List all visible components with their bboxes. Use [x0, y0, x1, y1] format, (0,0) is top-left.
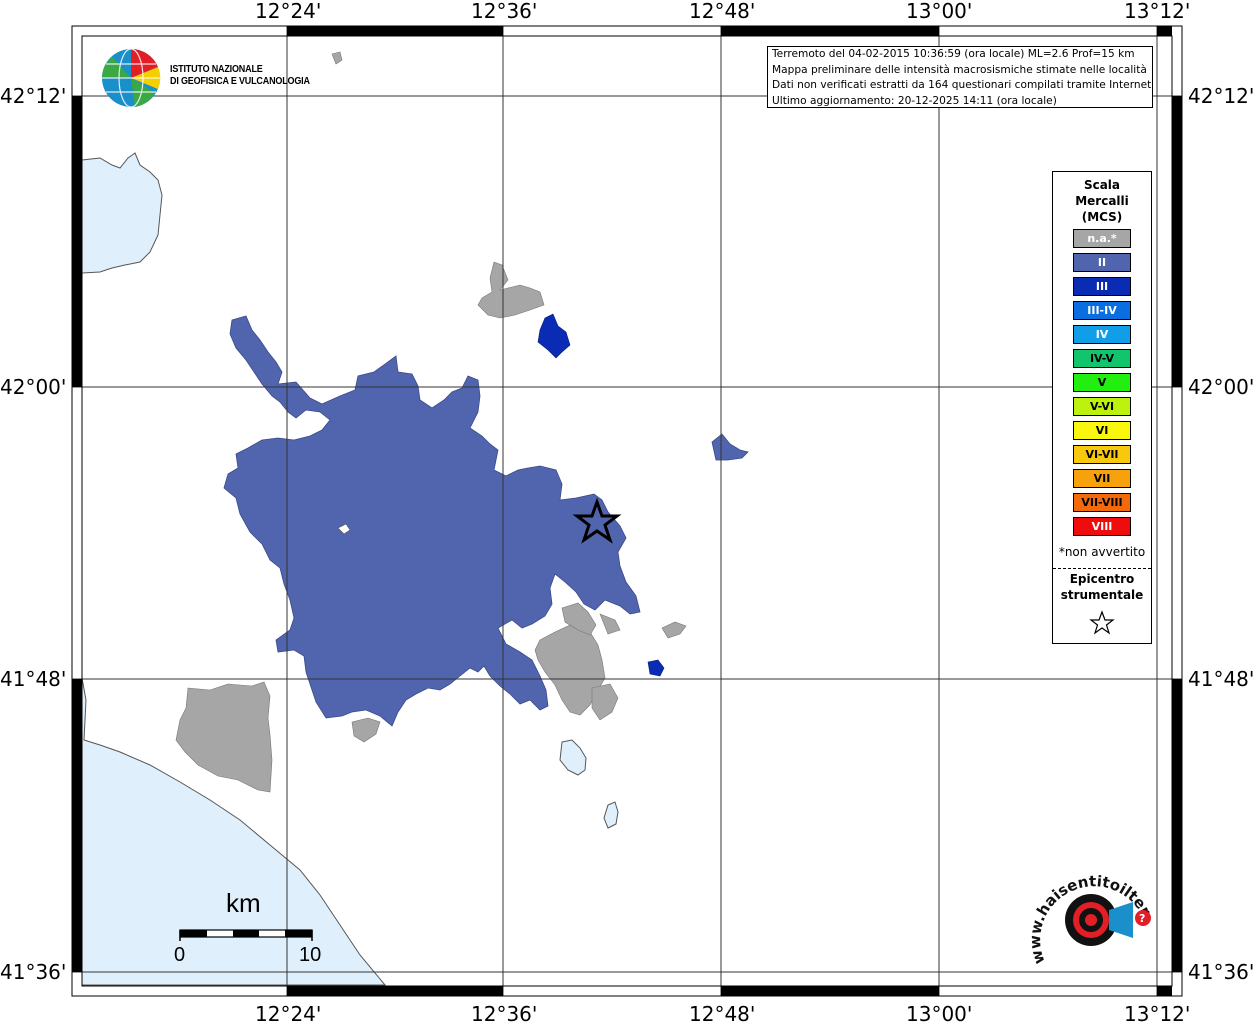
ingv-name-line2: DI GEOFISICA E VULCANOLOGIA — [170, 76, 310, 87]
ingv-name: ISTITUTO NAZIONALE DI GEOFISICA E VULCAN… — [170, 64, 310, 88]
legend-swatch: III-IV — [1073, 301, 1131, 320]
legend-swatch: VI — [1073, 421, 1131, 440]
event-info-line: Mappa preliminare delle intensità macros… — [772, 63, 1147, 76]
scale-unit: km — [226, 888, 261, 918]
scale-end: 10 — [299, 944, 322, 966]
legend-swatch: VI-VII — [1073, 445, 1131, 464]
intensity-ii-area — [711, 433, 749, 461]
lat-label-right: 42°00' — [1188, 375, 1254, 399]
scale-start: 0 — [174, 944, 186, 966]
legend-epicenter-label: Epicentro strumentale — [1060, 572, 1144, 602]
hsit-logo[interactable]: www.haisentitoilterremoto.it ? — [1025, 860, 1165, 980]
event-info-box: Terremoto del 04-02-2015 10:36:59 (ora l… — [767, 46, 1153, 108]
lake — [603, 801, 619, 829]
lat-label-right: 42°12' — [1188, 84, 1254, 108]
svg-text:?: ? — [1139, 912, 1145, 925]
legend-swatch: III — [1073, 277, 1131, 296]
legend-swatch: IV-V — [1073, 349, 1131, 368]
legend-title: Scala Mercalli (MCS) — [1075, 178, 1129, 224]
legend-swatch: V — [1073, 373, 1131, 392]
legend-note: *non avvertito — [1058, 545, 1146, 559]
lon-label-bottom: 12°48' — [689, 1002, 756, 1026]
legend-swatch: V-VI — [1073, 397, 1131, 416]
lon-label-top: 12°24' — [255, 0, 322, 23]
lon-label-bottom: 12°24' — [255, 1002, 322, 1026]
event-info-line: Ultimo aggiornamento: 20-12-2025 14:11 (… — [772, 94, 1057, 107]
lat-label-left: 42°00' — [0, 375, 67, 399]
lon-label-bottom: 12°36' — [471, 1002, 538, 1026]
legend-swatch: VII — [1073, 469, 1131, 488]
intensity-legend: Scala Mercalli (MCS) n.a.* II III III-IV IV I… — [1052, 171, 1152, 644]
lon-label-top: 13°00' — [906, 0, 973, 23]
lon-label-bottom: 13°00' — [906, 1002, 973, 1026]
legend-swatch: II — [1073, 253, 1131, 272]
legend-swatch: VII-VIII — [1073, 493, 1131, 512]
lat-label-left: 42°12' — [0, 84, 67, 108]
ingv-name-line1: ISTITUTO NAZIONALE — [170, 64, 263, 75]
legend-swatch: IV — [1073, 325, 1131, 344]
lat-label-right: 41°48' — [1188, 667, 1254, 691]
lon-label-top: 13°12' — [1124, 0, 1191, 23]
lon-label-top: 12°36' — [471, 0, 538, 23]
lat-label-left: 41°48' — [0, 667, 67, 691]
legend-swatch: VIII — [1073, 517, 1131, 536]
lon-label-bottom: 13°12' — [1124, 1002, 1191, 1026]
lon-label-top: 12°48' — [689, 0, 756, 23]
lake — [559, 739, 587, 776]
sea-area — [81, 152, 163, 274]
legend-divider — [1053, 568, 1151, 569]
lat-label-right: 41°36' — [1188, 960, 1254, 984]
legend-swatch: n.a.* — [1073, 229, 1131, 248]
event-info-line: Terremoto del 04-02-2015 10:36:59 (ora l… — [772, 48, 1135, 60]
legend-star-icon — [1089, 610, 1115, 635]
lat-label-left: 41°36' — [0, 960, 67, 984]
event-info-line: Dati non verificati estratti da 164 ques… — [772, 79, 1153, 91]
